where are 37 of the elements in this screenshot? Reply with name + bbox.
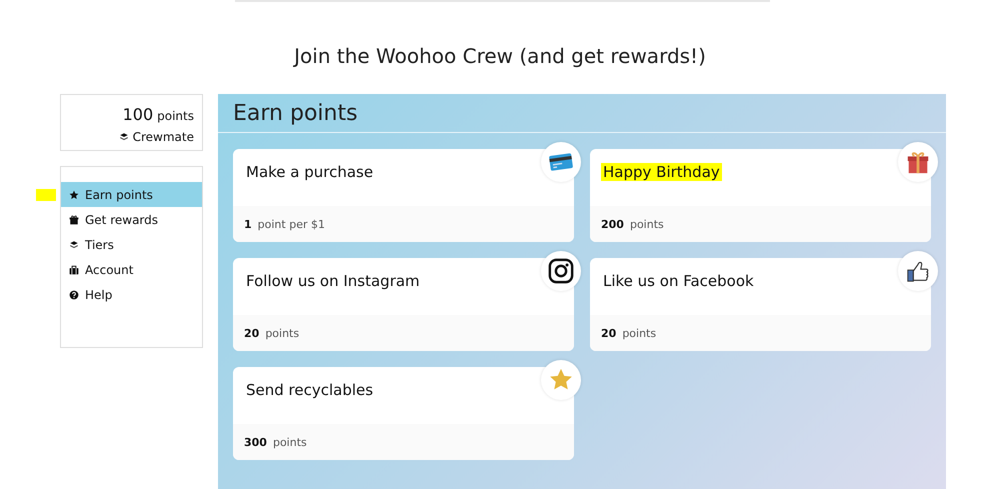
layers-icon	[69, 240, 79, 250]
card-title: Send recyclables	[245, 381, 374, 399]
reward-card[interactable]: Follow us on Instagram 20 points	[233, 258, 574, 351]
points-amount: 20	[601, 326, 616, 340]
points-amount: 200	[601, 218, 624, 230]
card-title: Like us on Facebook	[602, 272, 755, 290]
nav-item[interactable]: Earn points	[61, 182, 202, 207]
points-unit: points	[630, 218, 664, 230]
card-title: Happy Birthday	[601, 163, 722, 181]
points-label: points	[157, 109, 194, 123]
nav-item[interactable]: Tiers	[61, 232, 202, 257]
reward-card[interactable]: Make a purchase 1 point per $1	[233, 149, 574, 242]
points-unit: points	[622, 326, 656, 340]
nav-item[interactable]: Account	[61, 257, 202, 282]
reward-card[interactable]: Send recyclables 300 points	[233, 367, 574, 460]
points-amount: 1	[244, 218, 252, 230]
reward-card[interactable]: Like us on Facebook 20 points	[590, 258, 931, 351]
nav-item[interactable]: Help	[61, 282, 202, 307]
card-title: Follow us on Instagram	[245, 272, 421, 290]
points-count: 100	[122, 105, 154, 124]
camera-icon	[548, 258, 574, 284]
briefcase-icon	[69, 264, 79, 274]
reward-card[interactable]: Happy Birthday 200 points	[590, 149, 931, 242]
panel-title: Earn points	[218, 94, 946, 133]
help-icon	[69, 290, 79, 300]
points-amount: 300	[244, 436, 267, 448]
card-title: Make a purchase	[245, 163, 374, 181]
points-unit: points	[265, 326, 300, 340]
points-unit: point per $1	[258, 218, 325, 230]
nav-item[interactable]: Get rewards	[61, 207, 202, 232]
tier-label: Crewmate	[132, 130, 194, 144]
points-amount: 20	[244, 326, 260, 340]
layers-icon	[118, 132, 129, 142]
page-title: Join the Woohoo Crew (and get rewards!)	[292, 44, 707, 68]
gift-icon	[69, 214, 79, 224]
points-unit: points	[272, 436, 307, 448]
star-icon	[69, 190, 79, 200]
